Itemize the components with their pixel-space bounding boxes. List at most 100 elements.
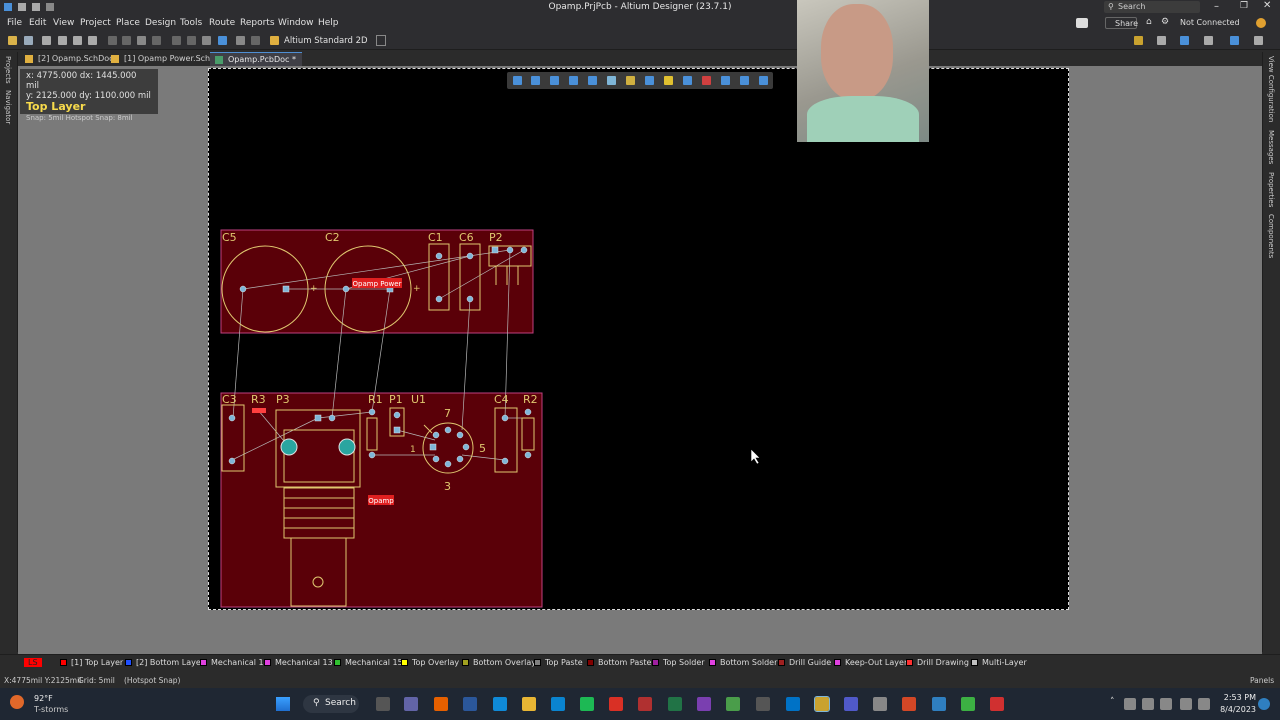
layer-tab-top-overlay[interactable]: Top Overlay [401, 658, 459, 667]
filezilla-icon[interactable] [609, 697, 623, 711]
word-icon[interactable] [463, 697, 477, 711]
selected-pad[interactable] [252, 408, 266, 413]
notification-center-icon[interactable] [1258, 698, 1270, 710]
designator-p3: P3 [276, 393, 290, 406]
layer-swatch [264, 659, 271, 666]
tray-icon[interactable] [1142, 698, 1154, 710]
layer-tab-multi-layer[interactable]: Multi-Layer [971, 658, 1027, 667]
file-explorer-icon[interactable] [522, 697, 536, 711]
layer-tab-top[interactable]: [1] Top Layer [60, 658, 123, 667]
hud-x-coords: x: 4775.000 dx: 1445.000 mil [26, 71, 137, 91]
network-icon[interactable] [1180, 698, 1192, 710]
svg-text:7: 7 [444, 407, 451, 420]
pad-icon[interactable] [683, 76, 692, 85]
sdr-icon[interactable] [756, 697, 770, 711]
text-icon[interactable] [740, 76, 749, 85]
designator-p2: P2 [489, 231, 503, 244]
windows-start-icon[interactable] [276, 697, 290, 711]
app-icon[interactable] [961, 697, 975, 711]
diff-pair-icon[interactable] [645, 76, 654, 85]
layer-tab-bottom-solder[interactable]: Bottom Solder [709, 658, 777, 667]
webcam-overlay [797, 0, 929, 142]
pcb-canvas[interactable]: + + Opamp Power Opamp C5 C2 C1 C6 P2 C3 … [0, 0, 1280, 720]
search-icon: ⚲ [313, 698, 320, 708]
filter-icon[interactable] [513, 76, 522, 85]
dimension-icon[interactable] [721, 76, 730, 85]
taskbar-search[interactable]: ⚲ Search [303, 695, 359, 713]
layer-set-button[interactable]: LS [24, 658, 42, 667]
app-icon[interactable] [990, 697, 1004, 711]
layer-swatch [834, 659, 841, 666]
tray-chevron-icon[interactable]: ˄ [1110, 697, 1115, 707]
layer-tab-mechanical-13[interactable]: Mechanical 13 [264, 658, 333, 667]
designator-r2: R2 [523, 393, 538, 406]
keepout-icon[interactable] [702, 76, 711, 85]
store-icon[interactable] [551, 697, 565, 711]
taskbar-search-label: Search [325, 698, 356, 708]
weather-temp[interactable]: 92°F [34, 694, 53, 703]
task-view-icon[interactable] [376, 697, 390, 711]
layer-tab-top-solder[interactable]: Top Solder [652, 658, 705, 667]
status-coordinates: X:4775mil Y:2125mil [4, 676, 82, 685]
active-bar [507, 72, 773, 89]
panels-button[interactable]: Panels [1250, 676, 1274, 685]
hud-snap-info: Snap: 5mil Hotspot Snap: 8mil [26, 114, 133, 122]
layer-tab-drill-drawing[interactable]: Drill Drawing [906, 658, 969, 667]
room-label-opamp[interactable]: Opamp [368, 497, 394, 505]
layer-tab-keep-out[interactable]: Keep-Out Layer [834, 658, 907, 667]
clock-time[interactable]: 2:53 PM [1216, 693, 1256, 702]
app-icon[interactable] [932, 697, 946, 711]
layer-tab-top-paste[interactable]: Top Paste [534, 658, 583, 667]
layer-swatch [709, 659, 716, 666]
layer-tab-bottom-paste[interactable]: Bottom Paste [587, 658, 651, 667]
weather-desc[interactable]: T-storms [34, 705, 68, 714]
spotify-icon[interactable] [580, 697, 594, 711]
app-icon[interactable] [697, 697, 711, 711]
svg-text:1: 1 [410, 445, 416, 455]
edge-icon[interactable] [493, 697, 507, 711]
layer-tab-mechanical-1[interactable]: Mechanical 1 [200, 658, 264, 667]
layer-tab-bottom[interactable]: [2] Bottom Layer [125, 658, 204, 667]
polygon-icon[interactable] [607, 76, 616, 85]
weather-icon[interactable] [10, 695, 24, 709]
svg-text:5: 5 [479, 442, 486, 455]
volume-icon[interactable] [1198, 698, 1210, 710]
designator-r1: R1 [368, 393, 383, 406]
status-bar: X:4775mil Y:2125mil Grid: 5mil (Hotspot … [0, 673, 1280, 687]
layer-tab-mechanical-15[interactable]: Mechanical 15 [334, 658, 403, 667]
route-icon[interactable] [531, 76, 540, 85]
via-icon[interactable] [664, 76, 673, 85]
app-icon[interactable] [638, 697, 652, 711]
settings-icon[interactable] [873, 697, 887, 711]
microphone-icon[interactable] [1160, 698, 1172, 710]
powerpoint-icon[interactable] [902, 697, 916, 711]
outlook-icon[interactable] [786, 697, 800, 711]
designator-r3: R3 [251, 393, 266, 406]
place-cross-icon[interactable] [550, 76, 559, 85]
line-icon[interactable] [759, 76, 768, 85]
altium-icon[interactable] [814, 696, 830, 712]
excel-icon[interactable] [668, 697, 682, 711]
layer-swatch [200, 659, 207, 666]
layer-swatch [462, 659, 469, 666]
layer-tab-drill-guide[interactable]: Drill Guide [778, 658, 831, 667]
designator-c5: C5 [222, 231, 237, 244]
align-icon[interactable] [588, 76, 597, 85]
chat-icon[interactable] [404, 697, 418, 711]
layer-swatch [534, 659, 541, 666]
select-rect-icon[interactable] [569, 76, 578, 85]
mouse-cursor-icon [750, 448, 761, 465]
room-label-opamp-power[interactable]: Opamp Power [353, 280, 402, 288]
presenter-face [821, 4, 893, 100]
tray-icon[interactable] [1124, 698, 1136, 710]
layer-swatch [906, 659, 913, 666]
polarity-mark: + [413, 284, 421, 294]
layer-tab-bottom-overlay[interactable]: Bottom Overlay [462, 658, 536, 667]
interactive-routing-icon[interactable] [626, 76, 635, 85]
clock-date[interactable]: 8/4/2023 [1216, 705, 1256, 714]
heads-up-display: x: 4775.000 dx: 1445.000 mil y: 2125.000… [20, 69, 158, 122]
firefox-icon[interactable] [434, 697, 448, 711]
status-snap: (Hotspot Snap) [124, 676, 181, 685]
teams-icon[interactable] [844, 697, 858, 711]
app-icon[interactable] [726, 697, 740, 711]
